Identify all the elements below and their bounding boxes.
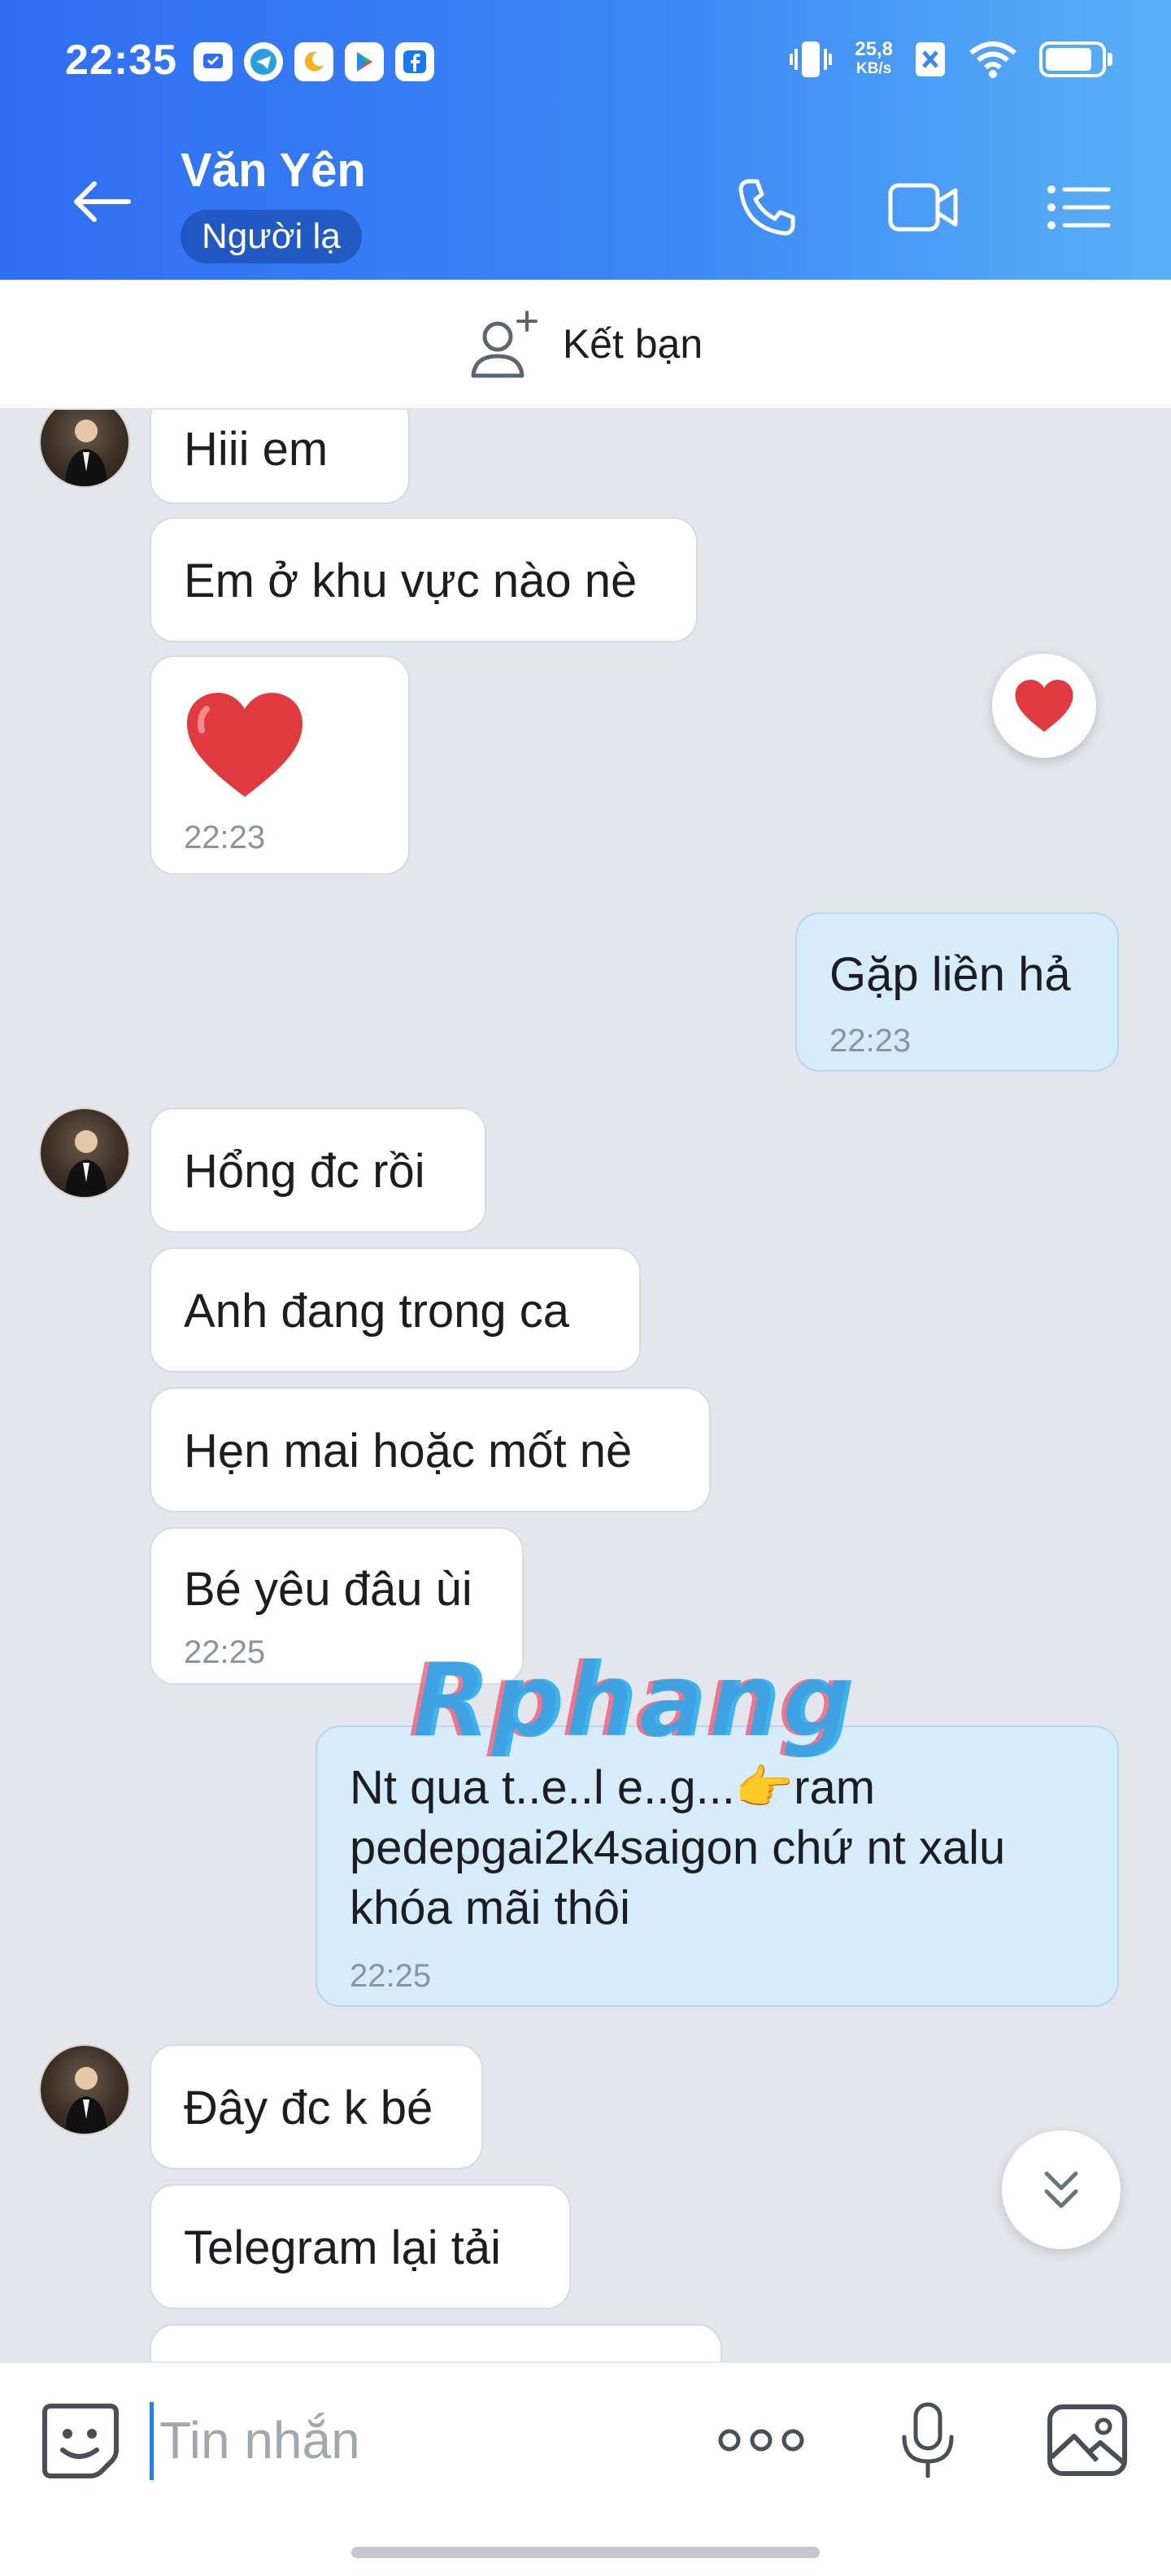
status-right: 25,8 KB/s [788,39,1112,80]
add-friend-bar[interactable]: Kết bạn [0,280,1171,410]
chat-header: 22:35 25,8 KB/s Văn Yên Người lạ [0,0,1171,280]
incoming-message-bubble[interactable]: Hổng đc rồi [150,1107,486,1233]
gallery-button[interactable] [1043,2395,1132,2485]
google-play-icon [345,42,384,81]
message-composer [0,2361,1171,2576]
chat-options-button[interactable] [1043,171,1116,244]
incoming-message-bubble[interactable]: Hẹn mai hoặc mốt nè [150,1387,711,1512]
incoming-message-bubble[interactable]: Em ở khu vực nào nè [150,517,698,642]
incoming-message-bubble[interactable]: Đây đc k bé [150,2044,483,2169]
sticker-smile-icon [42,2404,119,2478]
network-speed-unit: KB/s [855,60,892,77]
message-text: Em ở khu vực nào nè [184,555,638,607]
heart-reaction-button[interactable] [992,654,1096,758]
message-input[interactable] [159,2395,680,2485]
video-camera-icon [888,183,958,232]
stranger-badge: Người lạ [181,210,362,263]
wifi-icon [969,41,1016,78]
add-friend-label: Kết bạn [562,321,703,367]
battery-icon [1039,41,1112,77]
message-text: Telegram lại tải [184,2221,502,2274]
message-text: Nt qua t..e..l e..g...👉ram pedepgai2k4sa… [350,1761,1006,1934]
back-button[interactable] [68,169,133,234]
sim-off-icon [916,42,945,76]
incoming-sticker-bubble[interactable]: 22:23 [150,655,410,875]
notification-icons [194,42,434,81]
message-text: Đây đc k bé [184,2082,433,2134]
network-speed-value: 25,8 [855,38,893,60]
voice-message-button[interactable] [883,2395,973,2485]
incoming-message-bubble[interactable]: Telegram lại tải [150,2184,571,2309]
message-time: 22:25 [350,1958,432,1994]
incoming-message-bubble[interactable]: Anh đang trong ca [150,1247,641,1373]
sender-avatar[interactable] [39,410,130,488]
video-call-button[interactable] [886,171,960,244]
status-bar: 22:35 25,8 KB/s [0,0,1171,130]
message-text: Hiii em [184,423,329,476]
sender-avatar[interactable] [39,2044,130,2135]
message-text: Bé yêu đâu ùi [184,1563,472,1616]
chevron-double-down-icon [1044,2171,1078,2208]
incoming-message-bubble[interactable]: Hiii em [150,410,410,504]
more-dots-icon [718,2429,804,2452]
sender-avatar[interactable] [39,1107,130,1199]
incoming-message-bubble-partial[interactable] [150,2324,722,2361]
vibrate-icon [790,41,833,77]
status-time: 22:35 [65,37,177,84]
add-friend-icon [471,311,538,378]
voice-call-button[interactable] [730,171,803,244]
microphone-icon [902,2402,954,2478]
contact-name[interactable]: Văn Yên [181,143,366,198]
arrow-left-icon [74,181,131,222]
moon-app-icon [294,42,333,81]
home-indicator[interactable] [351,2547,820,2558]
list-menu-icon [1047,185,1111,229]
outgoing-message-bubble[interactable]: Gặp liền hả 22:23 [795,912,1119,1072]
heart-emoji-icon [187,693,303,797]
message-text: Anh đang trong ca [184,1285,570,1338]
watermark-logo: Rphang [413,1643,857,1760]
image-icon [1047,2404,1127,2476]
scroll-to-bottom-button[interactable] [1002,2130,1121,2249]
telegram-icon [244,42,283,81]
app-notification-icon [194,42,233,81]
message-text: Gặp liền hả [829,948,1071,1001]
phone-icon [738,179,795,236]
facebook-icon [395,42,434,81]
more-options-button[interactable] [712,2395,810,2485]
outgoing-message-bubble[interactable]: Nt qua t..e..l e..g...👉ram pedepgai2k4sa… [316,1725,1119,2007]
heart-reaction-icon [1015,680,1073,732]
text-cursor [150,2402,154,2480]
message-text: Hẹn mai hoặc mốt nè [184,1425,633,1477]
message-list[interactable]: Hiii em Em ở khu vực nào nè 22:23 Gặp li… [0,410,1171,2361]
message-text: Hổng đc rồi [184,1145,425,1198]
sticker-button[interactable] [36,2395,125,2485]
message-time: 22:25 [184,1634,266,1670]
message-time: 22:23 [184,820,266,855]
network-speed: 25,8 KB/s [855,40,893,79]
message-time: 22:23 [829,1023,912,1059]
